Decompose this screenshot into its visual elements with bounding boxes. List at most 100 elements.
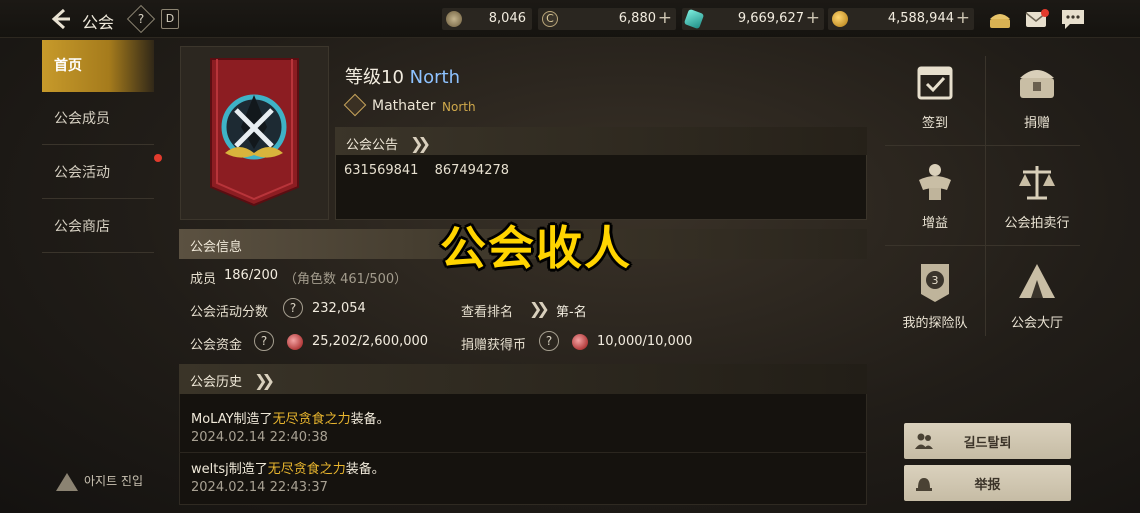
guild-funds-label: 公会资金 xyxy=(190,338,243,353)
buff-icon xyxy=(919,164,951,200)
leave-guild-label: 길드탈퇴 xyxy=(963,436,1012,451)
auction-label: 公会拍卖行 xyxy=(1004,216,1070,231)
treasure-icon[interactable] xyxy=(987,7,1013,31)
hideout-icon xyxy=(56,472,78,491)
report-label: 举报 xyxy=(974,478,1001,493)
rank-value: 第-名 xyxy=(556,305,587,320)
donation-coins-label: 捐赠获得币 xyxy=(461,338,527,353)
notice-title-button[interactable]: 公会公告 ❯❯ xyxy=(346,134,431,153)
history-player: MoLAY xyxy=(191,412,234,427)
guild-master-server: North xyxy=(442,100,476,114)
activities-notification-dot xyxy=(154,154,162,162)
add-crystal-button[interactable]: + xyxy=(806,8,820,28)
resource-gold: 4,588,944 + xyxy=(828,8,974,30)
back-arrow-icon[interactable] xyxy=(48,6,74,32)
guild-info-title: 公会信息 xyxy=(190,240,243,255)
menu-item-members[interactable]: 公会成员 xyxy=(42,93,154,145)
history-player: weltsj xyxy=(191,462,229,477)
guild-banner-emblem[interactable] xyxy=(203,57,306,207)
history-title-button[interactable]: 公会历史 ❯❯ xyxy=(190,371,275,390)
double-chevron-icon: ❯❯ xyxy=(254,371,275,390)
add-gold-button[interactable]: + xyxy=(956,8,970,28)
history-suffix: 装备。 xyxy=(345,462,385,477)
checkin-label: 签到 xyxy=(921,116,948,131)
donate-label: 捐赠 xyxy=(1023,116,1050,131)
history-item: 无尽贪食之力 xyxy=(272,412,351,427)
resource-c-coin: C 6,880 + xyxy=(538,8,676,30)
expedition-button[interactable]: 3 我的探险队 xyxy=(885,246,985,346)
members-label: 成员 xyxy=(190,272,217,287)
resource-value: 4,588,944 xyxy=(887,11,954,26)
svg-text:3: 3 xyxy=(932,274,939,287)
crystal-icon xyxy=(683,8,705,30)
help-icon: ? xyxy=(137,12,145,26)
menu-item-home[interactable]: 首页 xyxy=(42,40,154,92)
guild-funds-value: 25,202/2,600,000 xyxy=(312,334,429,349)
buff-button[interactable]: 增益 xyxy=(885,146,985,246)
auction-button[interactable]: 公会拍卖行 xyxy=(987,146,1087,246)
checkin-icon xyxy=(917,66,953,100)
expedition-badge-icon: 3 xyxy=(921,264,949,302)
buff-label: 增益 xyxy=(921,216,948,231)
guild-hall-button[interactable]: 公会大厅 xyxy=(987,246,1087,346)
add-c-coin-button[interactable]: + xyxy=(658,8,672,28)
guild-coin-icon xyxy=(287,334,303,350)
guild-master-icon xyxy=(343,93,367,117)
history-date: 2024.02.14 22:43:37 xyxy=(191,480,328,495)
guild-tent-icon xyxy=(1019,264,1055,298)
donate-chest-icon xyxy=(1020,70,1054,98)
hideout-entry-button[interactable]: 아지트 진입 xyxy=(56,472,143,491)
history-suffix: 装备。 xyxy=(350,412,390,427)
history-header xyxy=(179,364,867,394)
auction-scale-icon xyxy=(1019,166,1055,200)
activity-score-label: 公会活动分数 xyxy=(190,305,269,320)
funds-help-icon[interactable]: ? xyxy=(254,331,274,351)
history-action: 制造了 xyxy=(228,462,268,477)
resource-value: 6,880 xyxy=(618,11,656,26)
activity-help-icon[interactable]: ? xyxy=(283,298,303,318)
rank-label[interactable]: 查看排名 xyxy=(461,301,513,320)
activity-score-value: 232,054 xyxy=(312,301,366,316)
history-action: 制造了 xyxy=(233,412,273,427)
history-date: 2024.02.14 22:40:38 xyxy=(191,430,328,445)
menu-item-shop[interactable]: 公会商店 xyxy=(42,201,154,253)
leave-guild-button[interactable]: 길드탈퇴 xyxy=(904,423,1071,459)
history-entry: weltsj制造了无尽贪食之力装备。 xyxy=(191,458,385,477)
donate-button[interactable]: 捐赠 xyxy=(987,46,1087,146)
resource-value: 8,046 xyxy=(488,11,526,26)
checkin-button[interactable]: 签到 xyxy=(885,46,985,146)
double-chevron-icon: ❯❯ xyxy=(410,134,431,153)
guild-server: North xyxy=(409,67,460,88)
notice-title: 公会公告 xyxy=(346,138,399,153)
c-coin-icon: C xyxy=(542,11,558,27)
shard-icon xyxy=(446,11,462,27)
donation-coins-value: 10,000/10,000 xyxy=(597,334,693,349)
expedition-label: 我的探险队 xyxy=(902,316,968,331)
resource-crystal: 9,669,627 + xyxy=(682,8,824,30)
page-title: 公会 xyxy=(82,13,115,32)
d-button[interactable]: D xyxy=(161,9,179,29)
gold-coin-icon xyxy=(832,11,848,27)
mail-notification-dot xyxy=(1041,9,1049,17)
donation-coin-icon xyxy=(572,334,588,350)
history-divider xyxy=(179,452,867,453)
history-title: 公会历史 xyxy=(190,375,243,390)
resource-shards: 8,046 xyxy=(442,8,532,30)
donation-help-icon[interactable]: ? xyxy=(539,331,559,351)
history-entry: MoLAY制造了无尽贪食之力装备。 xyxy=(191,408,390,427)
members-extra: （角色数 461/500） xyxy=(284,272,408,287)
recruiting-overlay-caption: 公会收人 xyxy=(440,221,632,275)
resource-value: 9,669,627 xyxy=(737,11,804,26)
history-item: 无尽贪食之力 xyxy=(267,462,346,477)
hideout-label: 아지트 진입 xyxy=(84,474,144,488)
rank-chevron-icon[interactable]: ❯❯ xyxy=(529,299,550,318)
chat-icon[interactable] xyxy=(1060,7,1086,31)
guild-level: 等级10 xyxy=(345,67,404,88)
notice-text: 631569841 867494278 xyxy=(344,163,510,178)
guild-master-name[interactable]: Mathater xyxy=(372,98,435,114)
members-value: 186/200 xyxy=(224,268,279,283)
right-divider xyxy=(985,56,986,336)
menu-item-activities[interactable]: 公会活动 xyxy=(42,147,154,199)
guild-hall-label: 公会大厅 xyxy=(1010,316,1063,331)
report-button[interactable]: 举报 xyxy=(904,465,1071,501)
